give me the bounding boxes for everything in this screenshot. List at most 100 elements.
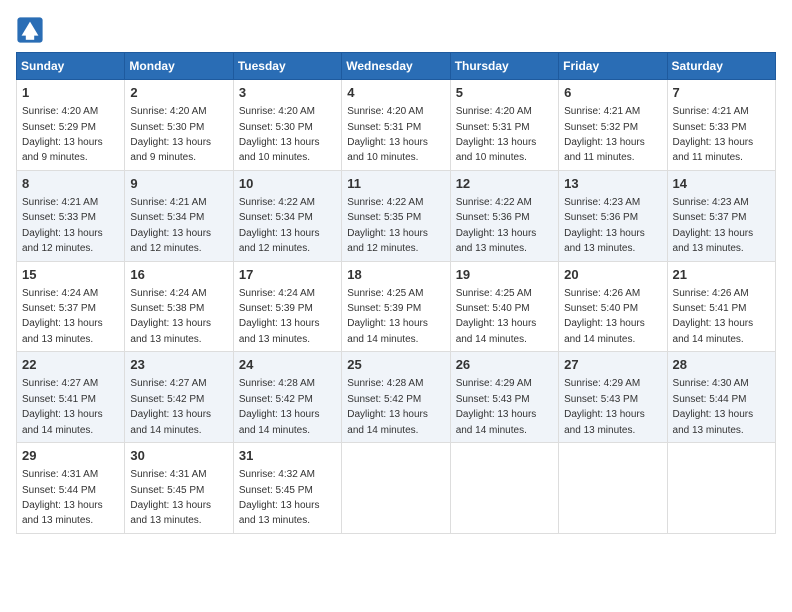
day-info: Sunrise: 4:24 AM Sunset: 5:39 PM Dayligh… [239,288,320,345]
day-cell [667,443,775,534]
day-cell: 3 Sunrise: 4:20 AM Sunset: 5:30 PM Daylig… [233,80,341,171]
day-info: Sunrise: 4:26 AM Sunset: 5:40 PM Dayligh… [564,288,645,345]
day-cell: 10Sunrise: 4:22 AM Sunset: 5:34 PM Dayli… [233,170,341,261]
day-info: Sunrise: 4:25 AM Sunset: 5:39 PM Dayligh… [347,288,428,345]
day-number: 29 [22,447,119,465]
header-row: SundayMondayTuesdayWednesdayThursdayFrid… [17,53,776,80]
week-row-1: 1 Sunrise: 4:20 AM Sunset: 5:29 PM Daylig… [17,80,776,171]
page-header [16,16,776,44]
day-info: Sunrise: 4:27 AM Sunset: 5:42 PM Dayligh… [130,378,211,435]
logo [16,16,48,44]
day-info: Sunrise: 4:21 AM Sunset: 5:34 PM Dayligh… [130,197,211,254]
day-cell: 16 Sunrise: 4:24 AM Sunset: 5:38 PM Dayli… [125,261,233,352]
day-cell: 8 Sunrise: 4:21 AM Sunset: 5:33 PM Daylig… [17,170,125,261]
day-number: 3 [239,84,336,102]
day-cell: 13Sunrise: 4:23 AM Sunset: 5:36 PM Dayli… [559,170,667,261]
day-cell [559,443,667,534]
day-number: 4 [347,84,444,102]
day-number: 20 [564,266,661,284]
day-info: Sunrise: 4:21 AM Sunset: 5:33 PM Dayligh… [22,197,103,254]
header-cell-friday: Friday [559,53,667,80]
logo-icon [16,16,44,44]
day-number: 8 [22,175,119,193]
day-cell: 21Sunrise: 4:26 AM Sunset: 5:41 PM Dayli… [667,261,775,352]
day-cell: 31Sunrise: 4:32 AM Sunset: 5:45 PM Dayli… [233,443,341,534]
day-cell: 14Sunrise: 4:23 AM Sunset: 5:37 PM Dayli… [667,170,775,261]
day-cell: 18Sunrise: 4:25 AM Sunset: 5:39 PM Dayli… [342,261,450,352]
day-info: Sunrise: 4:26 AM Sunset: 5:41 PM Dayligh… [673,288,754,345]
day-cell: 20 Sunrise: 4:26 AM Sunset: 5:40 PM Dayli… [559,261,667,352]
header-cell-wednesday: Wednesday [342,53,450,80]
day-number: 12 [456,175,553,193]
day-info: Sunrise: 4:20 AM Sunset: 5:29 PM Dayligh… [22,106,103,163]
day-cell: 27Sunrise: 4:29 AM Sunset: 5:43 PM Dayli… [559,352,667,443]
day-info: Sunrise: 4:24 AM Sunset: 5:38 PM Dayligh… [130,288,211,345]
day-number: 5 [456,84,553,102]
day-cell: 2 Sunrise: 4:20 AM Sunset: 5:30 PM Daylig… [125,80,233,171]
day-cell [342,443,450,534]
day-number: 28 [673,356,770,374]
day-cell: 4 Sunrise: 4:20 AM Sunset: 5:31 PM Daylig… [342,80,450,171]
day-info: Sunrise: 4:20 AM Sunset: 5:30 PM Dayligh… [239,106,320,163]
day-cell: 1 Sunrise: 4:20 AM Sunset: 5:29 PM Daylig… [17,80,125,171]
day-cell: 24 Sunrise: 4:28 AM Sunset: 5:42 PM Dayli… [233,352,341,443]
day-cell: 6 Sunrise: 4:21 AM Sunset: 5:32 PM Daylig… [559,80,667,171]
day-number: 7 [673,84,770,102]
day-info: Sunrise: 4:20 AM Sunset: 5:31 PM Dayligh… [347,106,428,163]
day-cell: 7 Sunrise: 4:21 AM Sunset: 5:33 PM Daylig… [667,80,775,171]
day-cell: 12 Sunrise: 4:22 AM Sunset: 5:36 PM Dayli… [450,170,558,261]
week-row-4: 22 Sunrise: 4:27 AM Sunset: 5:41 PM Dayli… [17,352,776,443]
day-number: 19 [456,266,553,284]
day-cell: 15Sunrise: 4:24 AM Sunset: 5:37 PM Dayli… [17,261,125,352]
day-cell: 9 Sunrise: 4:21 AM Sunset: 5:34 PM Daylig… [125,170,233,261]
day-info: Sunrise: 4:25 AM Sunset: 5:40 PM Dayligh… [456,288,537,345]
day-info: Sunrise: 4:22 AM Sunset: 5:34 PM Dayligh… [239,197,320,254]
day-info: Sunrise: 4:21 AM Sunset: 5:33 PM Dayligh… [673,106,754,163]
day-info: Sunrise: 4:31 AM Sunset: 5:44 PM Dayligh… [22,469,103,526]
day-cell: 23Sunrise: 4:27 AM Sunset: 5:42 PM Dayli… [125,352,233,443]
day-number: 22 [22,356,119,374]
week-row-3: 15Sunrise: 4:24 AM Sunset: 5:37 PM Dayli… [17,261,776,352]
day-info: Sunrise: 4:27 AM Sunset: 5:41 PM Dayligh… [22,378,103,435]
header-cell-thursday: Thursday [450,53,558,80]
day-number: 2 [130,84,227,102]
day-cell [450,443,558,534]
week-row-2: 8 Sunrise: 4:21 AM Sunset: 5:33 PM Daylig… [17,170,776,261]
day-info: Sunrise: 4:22 AM Sunset: 5:35 PM Dayligh… [347,197,428,254]
day-number: 24 [239,356,336,374]
day-info: Sunrise: 4:29 AM Sunset: 5:43 PM Dayligh… [564,378,645,435]
day-cell: 22 Sunrise: 4:27 AM Sunset: 5:41 PM Dayli… [17,352,125,443]
week-row-5: 29 Sunrise: 4:31 AM Sunset: 5:44 PM Dayli… [17,443,776,534]
day-info: Sunrise: 4:22 AM Sunset: 5:36 PM Dayligh… [456,197,537,254]
day-number: 14 [673,175,770,193]
header-cell-sunday: Sunday [17,53,125,80]
day-number: 26 [456,356,553,374]
day-number: 31 [239,447,336,465]
day-info: Sunrise: 4:21 AM Sunset: 5:32 PM Dayligh… [564,106,645,163]
day-number: 25 [347,356,444,374]
header-cell-tuesday: Tuesday [233,53,341,80]
day-cell: 30 Sunrise: 4:31 AM Sunset: 5:45 PM Dayli… [125,443,233,534]
day-number: 1 [22,84,119,102]
day-cell: 25 Sunrise: 4:28 AM Sunset: 5:42 PM Dayli… [342,352,450,443]
day-number: 16 [130,266,227,284]
day-info: Sunrise: 4:24 AM Sunset: 5:37 PM Dayligh… [22,288,103,345]
day-cell: 29 Sunrise: 4:31 AM Sunset: 5:44 PM Dayli… [17,443,125,534]
day-info: Sunrise: 4:31 AM Sunset: 5:45 PM Dayligh… [130,469,211,526]
day-info: Sunrise: 4:20 AM Sunset: 5:30 PM Dayligh… [130,106,211,163]
header-cell-monday: Monday [125,53,233,80]
calendar-table: SundayMondayTuesdayWednesdayThursdayFrid… [16,52,776,534]
day-number: 30 [130,447,227,465]
header-cell-saturday: Saturday [667,53,775,80]
day-number: 9 [130,175,227,193]
day-cell: 5Sunrise: 4:20 AM Sunset: 5:31 PM Daylig… [450,80,558,171]
day-info: Sunrise: 4:28 AM Sunset: 5:42 PM Dayligh… [239,378,320,435]
day-number: 6 [564,84,661,102]
day-info: Sunrise: 4:30 AM Sunset: 5:44 PM Dayligh… [673,378,754,435]
day-cell: 11 Sunrise: 4:22 AM Sunset: 5:35 PM Dayli… [342,170,450,261]
day-cell: 19 Sunrise: 4:25 AM Sunset: 5:40 PM Dayli… [450,261,558,352]
day-info: Sunrise: 4:29 AM Sunset: 5:43 PM Dayligh… [456,378,537,435]
day-number: 11 [347,175,444,193]
day-number: 13 [564,175,661,193]
day-info: Sunrise: 4:28 AM Sunset: 5:42 PM Dayligh… [347,378,428,435]
